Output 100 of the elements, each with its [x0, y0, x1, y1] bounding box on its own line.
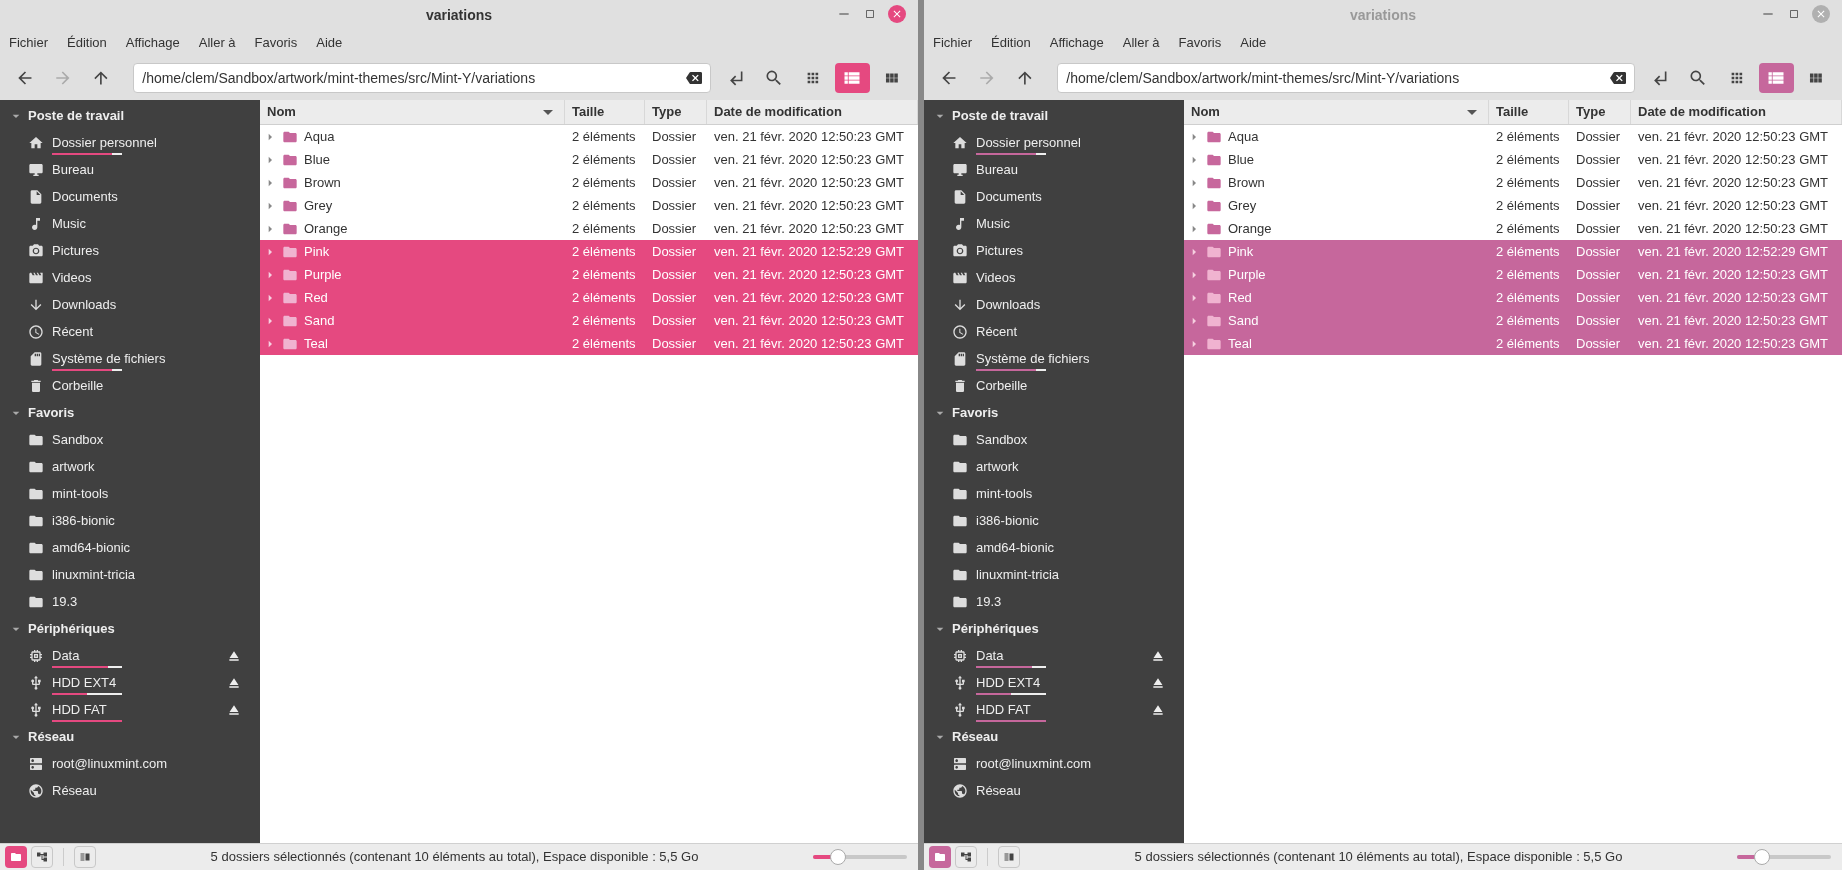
- sidebar-item[interactable]: Corbeille: [976, 377, 1028, 393]
- sidebar-item[interactable]: Data: [976, 647, 1004, 663]
- close-button[interactable]: [888, 5, 906, 23]
- file-row[interactable]: Teal 2 éléments Dossier ven. 21 févr. 2020 12:50:23 GMT: [260, 332, 918, 355]
- places-button[interactable]: [929, 846, 951, 868]
- menu-item[interactable]: Favoris: [1178, 33, 1222, 53]
- sidebar-toggle-button[interactable]: [74, 846, 96, 868]
- close-button[interactable]: [1812, 5, 1830, 23]
- sidebar-item[interactable]: Videos: [976, 269, 1016, 285]
- column-header[interactable]: Taille: [1489, 100, 1569, 124]
- sidebar-item[interactable]: HDD FAT: [52, 701, 107, 717]
- sidebar-item[interactable]: Videos: [52, 269, 92, 285]
- menu-item[interactable]: Édition: [991, 33, 1031, 53]
- menu-item[interactable]: Affichage: [1049, 33, 1104, 53]
- zoom-slider[interactable]: [813, 849, 907, 865]
- sidebar-item[interactable]: Documents: [976, 188, 1042, 204]
- sidebar-item[interactable]: Système de fichiers: [52, 350, 166, 366]
- sidebar-item[interactable]: root@linuxmint.com: [976, 755, 1092, 771]
- sidebar-item[interactable]: Récent: [52, 323, 94, 339]
- file-row[interactable]: Blue 2 éléments Dossier ven. 21 févr. 2020 12:50:23 GMT: [1184, 148, 1842, 171]
- file-row[interactable]: Orange 2 éléments Dossier ven. 21 févr. 2020 12:50:23 GMT: [260, 217, 918, 240]
- sidebar-item[interactable]: Pictures: [52, 242, 99, 258]
- menu-item[interactable]: Édition: [67, 33, 107, 53]
- sidebar-item[interactable]: mint-tools: [976, 485, 1033, 501]
- file-row[interactable]: Red 2 éléments Dossier ven. 21 févr. 2020 12:50:23 GMT: [260, 286, 918, 309]
- file-row[interactable]: Grey 2 éléments Dossier ven. 21 févr. 2020 12:50:23 GMT: [260, 194, 918, 217]
- sidebar-item[interactable]: i386-bionic: [976, 512, 1039, 528]
- sidebar-item[interactable]: Bureau: [52, 161, 94, 177]
- file-row[interactable]: Brown 2 éléments Dossier ven. 21 févr. 2020 12:50:23 GMT: [260, 171, 918, 194]
- sidebar-item[interactable]: Récent: [976, 323, 1018, 339]
- sidebar-item[interactable]: Downloads: [976, 296, 1041, 312]
- sidebar-item[interactable]: HDD EXT4: [976, 674, 1041, 690]
- tree-button[interactable]: [955, 846, 977, 868]
- compact-view-icon[interactable]: [1808, 70, 1824, 86]
- sidebar-item[interactable]: Dossier personnel: [52, 134, 157, 150]
- column-header[interactable]: Nom: [260, 100, 565, 124]
- column-header[interactable]: Date de modification: [1631, 100, 1842, 124]
- sidebar-toggle-button[interactable]: [998, 846, 1020, 868]
- search-icon[interactable]: [764, 68, 784, 88]
- file-row[interactable]: Grey 2 éléments Dossier ven. 21 févr. 2020 12:50:23 GMT: [1184, 194, 1842, 217]
- tree-button[interactable]: [31, 846, 53, 868]
- sidebar-item[interactable]: Data: [52, 647, 80, 663]
- menu-item[interactable]: Affichage: [125, 33, 180, 53]
- file-row[interactable]: Aqua 2 éléments Dossier ven. 21 févr. 2020 12:50:23 GMT: [260, 125, 918, 148]
- list-view-button[interactable]: [834, 63, 871, 93]
- file-row[interactable]: Sand 2 éléments Dossier ven. 21 févr. 2020 12:50:23 GMT: [1184, 309, 1842, 332]
- menu-item[interactable]: Aide: [316, 33, 343, 53]
- sidebar-item[interactable]: Documents: [52, 188, 118, 204]
- sidebar-item[interactable]: HDD EXT4: [52, 674, 117, 690]
- file-row[interactable]: Red 2 éléments Dossier ven. 21 févr. 2020 12:50:23 GMT: [1184, 286, 1842, 309]
- compact-view-icon[interactable]: [884, 70, 900, 86]
- column-header[interactable]: Nom: [1184, 100, 1489, 124]
- menu-item[interactable]: Favoris: [254, 33, 298, 53]
- sidebar-item[interactable]: amd64-bionic: [52, 539, 131, 555]
- sidebar-item[interactable]: Pictures: [976, 242, 1023, 258]
- menu-item[interactable]: Fichier: [9, 33, 48, 53]
- column-header[interactable]: Type: [645, 100, 707, 124]
- maximize-icon[interactable]: [1788, 8, 1800, 20]
- menu-item[interactable]: Aller à: [1122, 33, 1160, 53]
- column-header[interactable]: Type: [1569, 100, 1631, 124]
- path-field[interactable]: /home/clem/Sandbox/artwork/mint-themes/src/Mint-Y/variations: [1057, 63, 1636, 93]
- file-row[interactable]: Pink 2 éléments Dossier ven. 21 févr. 2020 12:52:29 GMT: [1184, 240, 1842, 263]
- sidebar-item[interactable]: Dossier personnel: [976, 134, 1081, 150]
- file-row[interactable]: Brown 2 éléments Dossier ven. 21 févr. 2020 12:50:23 GMT: [1184, 171, 1842, 194]
- sidebar-item[interactable]: mint-tools: [52, 485, 109, 501]
- sidebar-item[interactable]: Réseau: [52, 782, 97, 798]
- file-row[interactable]: Blue 2 éléments Dossier ven. 21 févr. 2020 12:50:23 GMT: [260, 148, 918, 171]
- clear-icon[interactable]: [1610, 70, 1627, 86]
- menu-item[interactable]: Fichier: [933, 33, 972, 53]
- clear-icon[interactable]: [686, 70, 703, 86]
- maximize-icon[interactable]: [864, 8, 876, 20]
- sidebar-item[interactable]: Corbeille: [52, 377, 104, 393]
- column-header[interactable]: Taille: [565, 100, 645, 124]
- path-field[interactable]: /home/clem/Sandbox/artwork/mint-themes/src/Mint-Y/variations: [133, 63, 712, 93]
- file-row[interactable]: Purple 2 éléments Dossier ven. 21 févr. 2020 12:50:23 GMT: [260, 263, 918, 286]
- file-row[interactable]: Teal 2 éléments Dossier ven. 21 févr. 2020 12:50:23 GMT: [1184, 332, 1842, 355]
- sidebar-item[interactable]: Downloads: [52, 296, 117, 312]
- sidebar-item[interactable]: Sandbox: [976, 431, 1028, 447]
- sidebar-item[interactable]: linuxmint-tricia: [52, 566, 136, 582]
- file-row[interactable]: Pink 2 éléments Dossier ven. 21 févr. 2020 12:52:29 GMT: [260, 240, 918, 263]
- sidebar-item[interactable]: Système de fichiers: [976, 350, 1090, 366]
- sidebar-item[interactable]: Bureau: [976, 161, 1018, 177]
- sidebar-item[interactable]: Music: [976, 215, 1010, 231]
- file-row[interactable]: Orange 2 éléments Dossier ven. 21 févr. 2020 12:50:23 GMT: [1184, 217, 1842, 240]
- file-row[interactable]: Purple 2 éléments Dossier ven. 21 févr. 2020 12:50:23 GMT: [1184, 263, 1842, 286]
- sidebar-item[interactable]: Réseau: [976, 782, 1021, 798]
- file-row[interactable]: Aqua 2 éléments Dossier ven. 21 févr. 2020 12:50:23 GMT: [1184, 125, 1842, 148]
- sidebar-item[interactable]: i386-bionic: [52, 512, 115, 528]
- sidebar-item[interactable]: artwork: [52, 458, 95, 474]
- sidebar-item[interactable]: HDD FAT: [976, 701, 1031, 717]
- search-icon[interactable]: [1688, 68, 1708, 88]
- sidebar-item[interactable]: root@linuxmint.com: [52, 755, 168, 771]
- menu-item[interactable]: Aller à: [198, 33, 236, 53]
- column-header[interactable]: Date de modification: [707, 100, 918, 124]
- zoom-slider[interactable]: [1737, 849, 1831, 865]
- sidebar-item[interactable]: 19.3: [52, 593, 78, 609]
- sidebar-item[interactable]: artwork: [976, 458, 1019, 474]
- sidebar-item[interactable]: Music: [52, 215, 86, 231]
- menu-item[interactable]: Aide: [1240, 33, 1267, 53]
- sidebar-item[interactable]: amd64-bionic: [976, 539, 1055, 555]
